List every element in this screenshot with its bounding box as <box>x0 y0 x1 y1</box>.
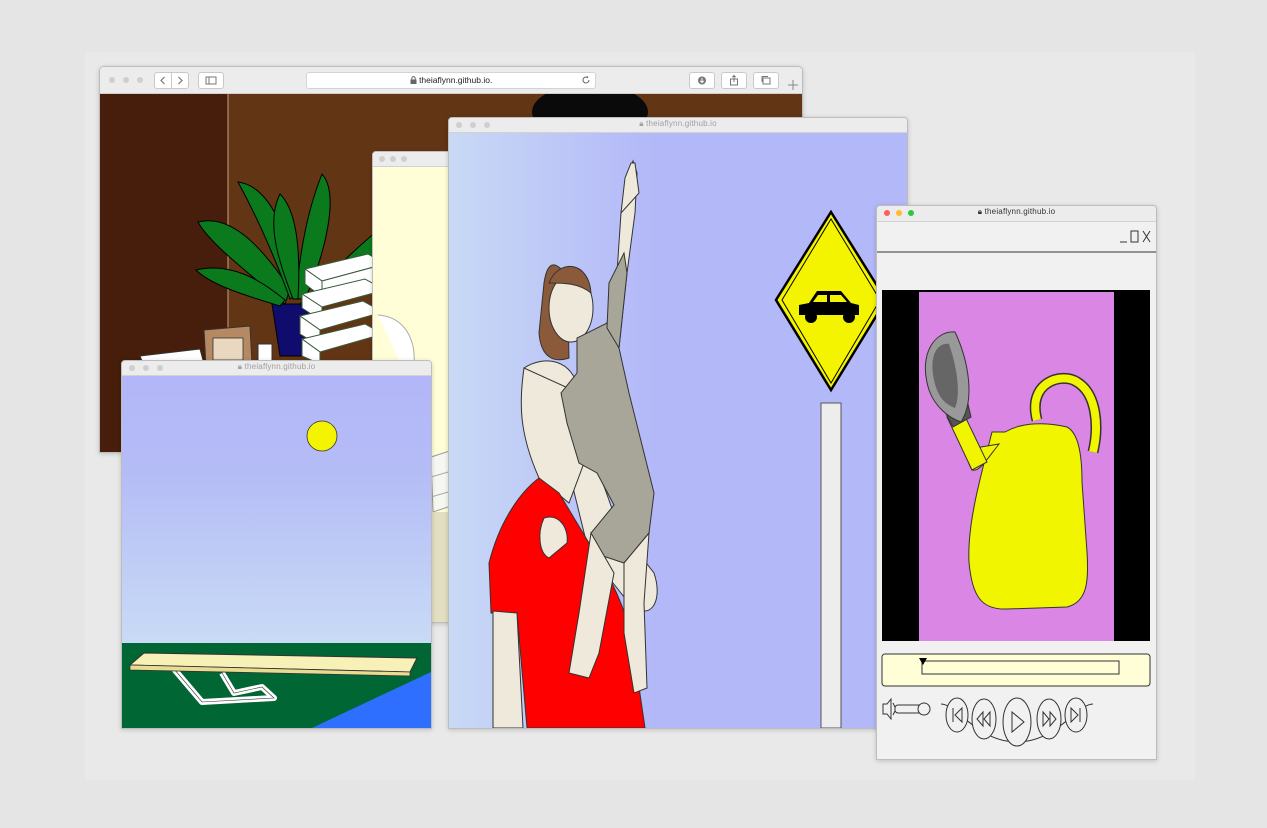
title-bar: 🔒︎ theiaflynn.github.io <box>449 118 907 133</box>
chevron-left-icon <box>160 76 165 85</box>
close-button[interactable] <box>109 77 115 83</box>
browser-window-child: 🔒︎ theiaflynn.github.io <box>448 117 908 729</box>
skip-to-start-button[interactable] <box>945 697 969 733</box>
download-button[interactable] <box>689 72 715 89</box>
skip-to-end-button[interactable] <box>1064 697 1088 733</box>
forward-button[interactable] <box>171 72 189 89</box>
lock-icon: 🔒︎ <box>977 207 983 216</box>
chevron-right-icon <box>178 76 183 85</box>
address-bar[interactable]: theiaflynn.github.io. <box>306 72 596 89</box>
browser-toolbar: theiaflynn.github.io. <box>100 67 802 94</box>
zoom-button[interactable] <box>137 77 143 83</box>
lock-icon: 🔒︎ <box>639 119 644 128</box>
share-icon <box>730 74 738 86</box>
download-icon <box>698 76 706 85</box>
lock-icon <box>410 76 417 84</box>
address-bar-url: theiaflynn.github.io. <box>419 75 493 85</box>
title-bar: 🔒︎ theiaflynn.github.io <box>122 361 431 376</box>
tabs-icon <box>761 76 771 85</box>
lock-icon: 🔒︎ <box>237 362 243 371</box>
volume-control[interactable] <box>882 697 931 721</box>
sidebar-button[interactable] <box>198 72 224 89</box>
back-button[interactable] <box>154 72 172 89</box>
browser-window-diving: 🔒︎ theiaflynn.github.io <box>121 360 432 729</box>
close-button[interactable] <box>379 156 385 162</box>
play-button[interactable] <box>1002 697 1032 747</box>
minimize-button[interactable] <box>123 77 129 83</box>
child-scene <box>449 133 907 728</box>
window-url: 🔒︎ theiaflynn.github.io <box>237 362 316 371</box>
minimize-button[interactable] <box>390 156 396 162</box>
new-tab-button[interactable] <box>784 76 802 94</box>
diving-scene <box>122 376 431 728</box>
window-controls[interactable] <box>1120 230 1151 243</box>
zoom-button[interactable] <box>401 156 407 162</box>
media-player <box>877 222 1156 759</box>
title-bar: 🔒︎ theiaflynn.github.io <box>877 206 1156 222</box>
plus-icon <box>788 80 798 90</box>
window-url: 🔒︎ theiaflynn.github.io <box>977 207 1056 216</box>
browser-window-player: 🔒︎ theiaflynn.github.io <box>876 205 1157 760</box>
share-button[interactable] <box>721 72 747 89</box>
sidebar-icon <box>205 76 217 85</box>
window-url: 🔒︎ theiaflynn.github.io <box>639 119 717 128</box>
progress-track <box>921 660 1120 675</box>
tabs-button[interactable] <box>753 72 779 89</box>
reload-icon[interactable] <box>581 75 591 85</box>
sun <box>306 420 338 452</box>
